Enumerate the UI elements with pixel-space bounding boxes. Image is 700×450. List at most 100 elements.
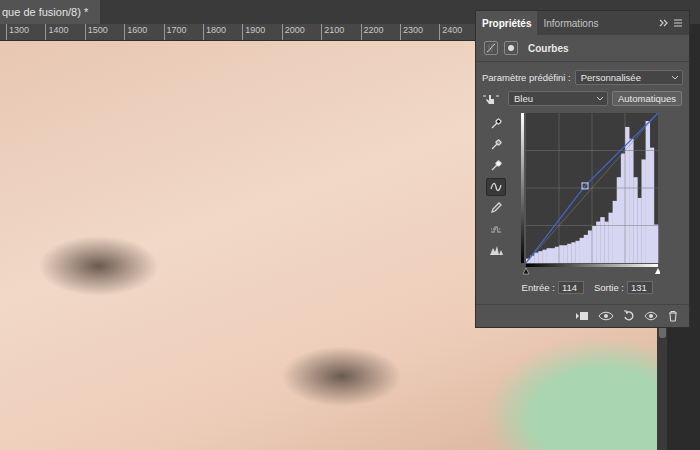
panel-header: Courbes <box>476 35 689 62</box>
panel-tab-bar: PropriétésInformations <box>476 11 689 35</box>
black-point-icon[interactable] <box>523 268 529 274</box>
histogram-bar <box>629 139 633 263</box>
curves-tool[interactable] <box>486 157 506 175</box>
graph-background <box>526 113 658 263</box>
graph-area <box>520 113 660 275</box>
ruler-tick: 1400 <box>45 24 84 40</box>
chevron-down-icon <box>596 96 604 102</box>
histogram-bar <box>654 225 658 263</box>
panel-tab[interactable]: Propriétés <box>476 11 537 35</box>
histogram-bar <box>625 127 629 263</box>
histogram-bar <box>555 247 559 263</box>
histogram-bar <box>650 148 654 263</box>
ruler-tick: 1700 <box>164 24 203 40</box>
panel-footer <box>476 304 689 327</box>
curves-adjustment-icon <box>484 41 498 55</box>
curves-tool[interactable] <box>486 178 506 196</box>
histogram-bar <box>621 154 625 263</box>
histogram-bar <box>596 222 600 263</box>
view-previous-icon[interactable] <box>598 310 614 322</box>
baseline <box>526 113 658 263</box>
document-tab[interactable]: que de fusion/8) * <box>0 0 100 24</box>
preset-row: Paramètre prédéfini : Personnalisée <box>476 62 689 88</box>
histogram-bar <box>588 230 592 263</box>
ruler-tick: 2000 <box>282 24 321 40</box>
output-field: Sortie :131 <box>594 281 653 294</box>
histogram-bar <box>617 177 621 263</box>
histogram-bar <box>633 177 637 263</box>
histogram-bar <box>559 245 563 263</box>
curves-tool[interactable] <box>486 199 506 217</box>
grid-line <box>526 113 658 263</box>
trash-icon[interactable] <box>667 310 679 322</box>
eyedropper-black-icon <box>490 118 502 130</box>
histogram-bar <box>534 253 538 263</box>
white-point-icon[interactable] <box>655 268 660 274</box>
smooth-icon <box>490 223 502 235</box>
curves-body <box>476 109 689 275</box>
chevron-down-icon <box>671 75 679 81</box>
curve-line[interactable] <box>526 113 658 263</box>
eyedropper-gray-icon <box>490 139 502 151</box>
ruler-tick: 2400 <box>439 24 478 40</box>
ruler-tick: 2200 <box>361 24 400 40</box>
properties-panel: PropriétésInformations Courbes Paramètre p… <box>475 10 690 328</box>
histogram-bar <box>551 248 555 263</box>
curves-tool[interactable] <box>486 136 506 154</box>
curves-graph[interactable] <box>520 113 660 275</box>
input-value[interactable]: 114 <box>558 281 584 294</box>
preset-label: Paramètre prédéfini : <box>482 72 571 83</box>
histogram-bar <box>576 241 580 263</box>
ruler-tick: 1300 <box>6 24 45 40</box>
histogram-bar <box>547 248 551 263</box>
histogram-bar <box>609 213 613 263</box>
clipping-icon <box>489 244 503 256</box>
ruler-tick: 1600 <box>124 24 163 40</box>
curves-tool[interactable] <box>486 220 506 238</box>
ruler-tick: 1900 <box>242 24 281 40</box>
curves-tool[interactable] <box>486 241 506 259</box>
histogram-bar <box>584 235 588 263</box>
visibility-eye-icon[interactable] <box>644 310 658 322</box>
histogram-bar <box>563 245 567 263</box>
panel-title: Courbes <box>528 43 569 54</box>
ruler-tick: 1500 <box>85 24 124 40</box>
point-icon <box>490 181 502 193</box>
panel-menu-icon[interactable] <box>673 18 683 28</box>
histogram-bar <box>571 242 575 263</box>
histogram-bar <box>543 250 547 263</box>
eyedropper-white-icon <box>490 160 502 172</box>
histogram-bar <box>580 238 584 263</box>
histogram-bar <box>646 121 650 263</box>
grid-line <box>526 113 658 263</box>
ruler-tick: 2100 <box>321 24 360 40</box>
ruler-tick: 1800 <box>203 24 242 40</box>
auto-button[interactable]: Automatiques <box>612 91 682 106</box>
channel-dropdown[interactable]: Bleu <box>508 91 608 106</box>
curves-tool[interactable] <box>486 115 506 133</box>
histogram-bar <box>567 244 571 263</box>
histogram-bar <box>538 251 542 263</box>
photoshop-window: que de fusion/8) *1300140015001600170018… <box>0 0 700 450</box>
panel-tab[interactable]: Informations <box>537 11 604 35</box>
input-field: Entrée :114 <box>522 281 584 294</box>
curve-point[interactable] <box>582 183 588 189</box>
target-adjust-hand-icon[interactable] <box>482 92 500 106</box>
ruler-tick: 2300 <box>400 24 439 40</box>
histogram-bar <box>592 226 596 263</box>
preset-dropdown[interactable]: Personnalisée <box>575 70 683 85</box>
collapse-chevrons-icon[interactable] <box>659 18 669 28</box>
histogram-bar <box>642 159 646 263</box>
channel-row: Bleu Automatiques <box>476 88 689 109</box>
histogram-bar <box>600 217 604 263</box>
histogram-bar <box>604 222 608 263</box>
readout-row: Entrée :114 Sortie :131 <box>476 275 689 300</box>
curves-tools <box>486 113 506 275</box>
reset-icon[interactable] <box>623 310 635 322</box>
output-gradient <box>521 113 524 263</box>
histogram-bar <box>613 201 617 263</box>
clip-to-layer-icon[interactable] <box>575 310 589 322</box>
pencil-icon <box>490 202 502 214</box>
layer-mask-icon[interactable] <box>504 41 518 55</box>
output-value[interactable]: 131 <box>627 281 653 294</box>
